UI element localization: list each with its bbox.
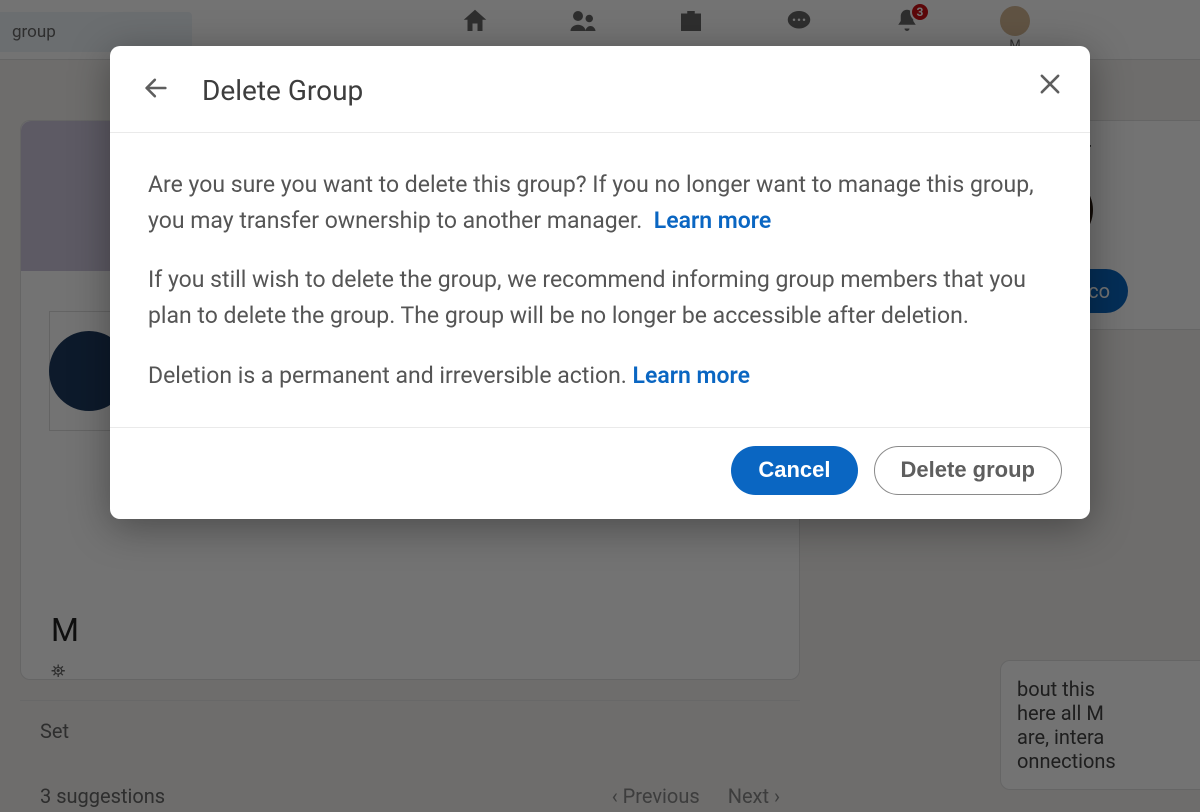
close-button[interactable] [1030, 66, 1070, 106]
delete-group-dialog: Delete Group Are you sure you want to de… [110, 46, 1090, 519]
delete-group-button[interactable]: Delete group [874, 446, 1062, 494]
dialog-title: Delete Group [202, 74, 363, 107]
arrow-left-icon [142, 74, 170, 106]
learn-more-link-deletion[interactable]: Learn more [633, 362, 750, 389]
dialog-paragraph-1: Are you sure you want to delete this gro… [148, 167, 1052, 238]
dialog-paragraph-2: If you still wish to delete the group, w… [148, 262, 1052, 333]
back-button[interactable] [136, 70, 176, 110]
cancel-button[interactable]: Cancel [731, 446, 857, 494]
modal-overlay[interactable]: Delete Group Are you sure you want to de… [0, 0, 1200, 812]
dialog-paragraph-3: Deletion is a permanent and irreversible… [148, 358, 1052, 394]
dialog-para3-prefix: Deletion is a permanent and irreversible… [148, 362, 633, 389]
learn-more-link-transfer[interactable]: Learn more [654, 207, 771, 234]
dialog-para1-text: Are you sure you want to delete this gro… [148, 171, 1034, 234]
dialog-header: Delete Group [110, 46, 1090, 133]
dialog-footer: Cancel Delete group [110, 427, 1090, 518]
close-icon [1036, 70, 1064, 102]
dialog-body: Are you sure you want to delete this gro… [110, 133, 1090, 427]
